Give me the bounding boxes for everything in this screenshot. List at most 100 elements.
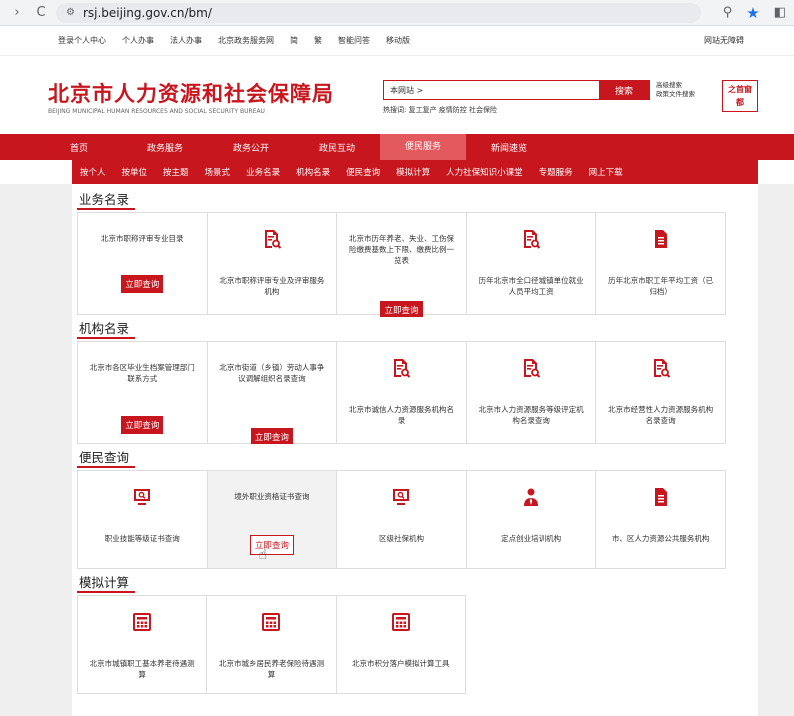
simulation-grid: 北京市城镇职工基本养老待遇测算 北京市城乡居民养老保险待遇测算 北京市积分落户模… [77,595,466,694]
document-search-icon [391,358,411,378]
query-now-button[interactable]: 立即查询 [121,416,164,434]
document-search-icon [262,229,282,249]
card-text: 境外职业资格证书查询 [234,492,310,501]
query-now-button[interactable]: 立即查询 [121,275,164,293]
calculator-icon [261,612,281,632]
service-panel: 业务名录 北京市职称评审专业目录 立即查询 北京市职称评审专业及评审服务机构 北… [72,184,758,716]
sub-nav: 按个人 按单位 按主题 场景式 业务名录 机构名录 便民查询 模拟计算 人力社保… [72,160,758,184]
capital-window-logo[interactable]: 之 首 窗 都 [722,80,758,112]
top-link-traditional[interactable]: 繁 [314,35,322,46]
seal-char: 都 [736,97,744,107]
card-text: 北京市人力资源服务等级评定机构名录查询 [478,405,584,425]
subnav-knowledge-class[interactable]: 人力社保知识小课堂 [446,166,523,178]
query-now-button[interactable]: 立即查询 [250,428,293,444]
subnav-download[interactable]: 网上下载 [589,166,623,178]
address-bar[interactable]: ⚙ rsj.beijing.gov.cn/bm/ [56,2,701,23]
side-panel-icon[interactable]: ◧ [774,5,786,20]
site-title[interactable]: 北京市人力资源和社会保障局 [48,78,334,108]
document-search-icon [521,358,541,378]
subnav-by-topic[interactable]: 按主题 [163,166,189,178]
policy-search-link[interactable]: 政策文件搜索 [656,90,695,99]
top-link-mobile[interactable]: 移动版 [386,35,410,46]
card-evaluation-institutions[interactable]: 北京市职称评审专业及评审服务机构 [207,213,338,315]
subnav-convenience-query[interactable]: 便民查询 [346,166,380,178]
card-skill-certificate[interactable]: 职业技能等级证书查询 [78,471,208,569]
nav-convenience[interactable]: 便民服务 [380,134,466,160]
advanced-search-link[interactable]: 高级搜索 [656,81,695,90]
calculator-icon [132,612,152,632]
query-now-button[interactable]: 立即查询 [380,301,423,317]
card-text: 市、区人力资源公共服务机构 [611,534,710,543]
query-now-button[interactable]: 立即查询 [249,535,294,555]
card-text: 历年北京市职工年平均工资（已归档） [608,276,714,296]
card-text: 北京市城镇职工基本养老待遇测算 [89,659,195,679]
bookmark-star-icon[interactable]: ★ [746,4,759,22]
nav-interaction[interactable]: 政民互动 [294,141,380,154]
document-icon [651,229,671,249]
card-text: 北京市职称评审专业及评审服务机构 [219,276,325,296]
monitor-search-icon [132,487,152,507]
top-link-gov-service[interactable]: 北京政务服务网 [218,35,274,46]
nav-home[interactable]: 首页 [36,141,122,154]
nav-news[interactable]: 新闻速览 [466,141,552,154]
card-text: 北京市历年养老、失业、工伤保险缴费基数上下限、缴费比例一览表 [348,234,454,265]
hot-search-words[interactable]: 热搜词: 复工复产 疫情防控 社会保险 [383,105,497,115]
card-text: 区级社保机构 [378,534,424,543]
monitor-search-icon [391,487,411,507]
search-button[interactable]: 搜索 [599,81,649,99]
card-average-wage-urban[interactable]: 历年北京市全口径城镇单位就业人员平均工资 [466,213,597,315]
card-district-social-security[interactable]: 区级社保机构 [337,471,467,569]
site-info-icon[interactable]: ⚙ [66,7,75,18]
card-commercial-hr-institutions[interactable]: 北京市经营性人力资源服务机构名录查询 [596,342,726,444]
card-text: 北京市经营性人力资源服务机构名录查询 [608,405,714,425]
section-title-business: 业务名录 [77,190,758,210]
card-text: 北京市职称评审专业目录 [101,234,184,243]
subnav-by-unit[interactable]: 按单位 [122,166,148,178]
hand-cursor-icon: ☝ [258,547,268,563]
subnav-by-person[interactable]: 按个人 [80,166,106,178]
card-rural-pension-calc[interactable]: 北京市城乡居民养老保险待遇测算 [207,596,337,694]
card-insurance-base-table[interactable]: 北京市历年养老、失业、工伤保险缴费基数上下限、缴费比例一览表 立即查询 [337,213,467,317]
card-title-evaluation-catalog[interactable]: 北京市职称评审专业目录 立即查询 [78,213,208,315]
card-settlement-points-calc[interactable]: 北京市积分落户模拟计算工具 [336,596,466,694]
card-urban-pension-calc[interactable]: 北京市城镇职工基本养老待遇测算 [78,596,208,694]
zoom-icon[interactable]: ⚲ [723,5,733,20]
subnav-simulation[interactable]: 模拟计算 [396,166,430,178]
subnav-scenario[interactable]: 场景式 [205,166,231,178]
top-link-smart-qa[interactable]: 智能问答 [338,35,370,46]
card-credible-hr-institutions[interactable]: 北京市诚信人力资源服务机构名录 [337,342,467,444]
card-hr-rating-institutions[interactable]: 北京市人力资源服务等级评定机构名录查询 [466,342,597,444]
browser-toolbar: › C ⚙ rsj.beijing.gov.cn/bm/ ⚲ ★ ◧ [0,0,794,26]
seal-char: 首 [736,84,744,94]
calculator-icon [391,612,411,632]
top-link-simplified[interactable]: 简 [290,35,298,46]
card-mediation-organizations[interactable]: 北京市街道（乡镇）劳动人事争议调解组织名录查询 立即查询 [207,342,338,444]
card-average-wage-archived[interactable]: 历年北京市职工年平均工资（已归档） [596,213,726,315]
nav-gov-open[interactable]: 政务公开 [208,141,294,154]
nav-gov-service[interactable]: 政务服务 [122,141,208,154]
institutions-grid: 北京市各区毕业生档案管理部门联系方式 立即查询 北京市街道（乡镇）劳动人事争议调… [77,341,726,444]
top-link-personal[interactable]: 个人办事 [122,35,154,46]
main-nav: 首页 政务服务 政务公开 政民互动 便民服务 新闻速览 [0,134,794,160]
search-input[interactable] [384,81,599,99]
reload-icon[interactable]: C [32,4,50,22]
card-text: 历年北京市全口径城镇单位就业人员平均工资 [478,276,584,296]
top-link-accessibility[interactable]: 网站无障碍 [704,35,744,46]
url-text: rsj.beijing.gov.cn/bm/ [82,5,212,20]
card-graduate-archives[interactable]: 北京市各区毕业生档案管理部门联系方式 立即查询 [78,342,208,444]
convenience-grid: 职业技能等级证书查询 境外职业资格证书查询 立即查询 ☝ 区级社保机构 定点创业… [77,470,726,569]
site-subtitle: BEIJING MUNICIPAL HUMAN RESOURCES AND SO… [48,108,265,115]
subnav-topic-service[interactable]: 专题服务 [539,166,573,178]
card-startup-training[interactable]: 定点创业培训机构 [466,471,597,569]
subnav-business-list[interactable]: 业务名录 [246,166,280,178]
top-link-login[interactable]: 登录个人中心 [58,35,106,46]
content-area: 业务名录 北京市职称评审专业目录 立即查询 北京市职称评审专业及评审服务机构 北… [0,184,794,716]
card-overseas-certificate[interactable]: 境外职业资格证书查询 立即查询 ☝ [207,471,338,569]
forward-icon[interactable]: › [8,4,26,22]
card-text: 北京市城乡居民养老保险待遇测算 [218,659,324,679]
subnav-institution-list[interactable]: 机构名录 [296,166,330,178]
card-public-hr-service[interactable]: 市、区人力资源公共服务机构 [596,471,726,569]
top-links-bar: 登录个人中心 个人办事 法人办事 北京政务服务网 简 繁 智能问答 移动版 网站… [0,26,794,56]
top-link-legal[interactable]: 法人办事 [170,35,202,46]
section-title-convenience: 便民查询 [77,448,758,468]
